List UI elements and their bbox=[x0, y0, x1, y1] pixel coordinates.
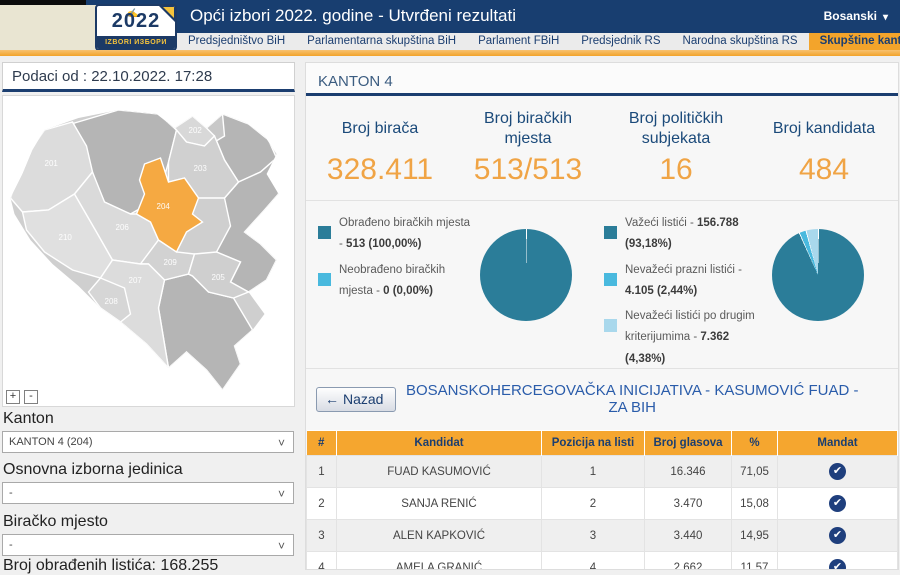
back-button[interactable]: Nazad bbox=[316, 387, 396, 412]
nav-predsjednistvo-bih[interactable]: Predsjedništvo BiH bbox=[177, 33, 296, 50]
legend-item: Nevažeći prazni listići - 4.105 (2,44%) bbox=[604, 260, 764, 303]
col-pozicija[interactable]: Pozicija na listi bbox=[542, 431, 645, 456]
cantons-map: 201 202 203 204 205 206 207 208 209 210 … bbox=[2, 95, 295, 407]
map-label-208: 208 bbox=[105, 297, 119, 306]
data-timestamp: Podaci od : 22.10.2022. 17:28 bbox=[2, 62, 295, 92]
legend-swatch-invalid-other bbox=[604, 319, 617, 332]
region-title: KANTON 4 bbox=[306, 63, 898, 96]
polling-stations-legend: Obrađeno biračkih mjesta - 513 (100,00%)… bbox=[318, 213, 472, 360]
table-row[interactable]: 4 AMELA GRANIĆ 4 2.662 11,57 bbox=[307, 552, 898, 571]
map-label-210: 210 bbox=[59, 233, 73, 242]
accent-strip bbox=[0, 50, 900, 56]
stat-birackih-mjesta: Broj biračkih mjesta 513/513 bbox=[454, 108, 602, 187]
page-title: Opći izbori 2022. godine - Utvrđeni rezu… bbox=[190, 6, 516, 26]
nav-parlamentarna-skupstina-bih[interactable]: Parlamentarna skupština BiH bbox=[296, 33, 467, 50]
ballots-pie-chart bbox=[772, 229, 864, 321]
map-label-201: 201 bbox=[45, 159, 59, 168]
table-header-row: # Kandidat Pozicija na listi Broj glasov… bbox=[307, 431, 898, 456]
stat-broj-biraca: Broj birača 328.411 bbox=[306, 108, 454, 187]
ballots-legend: Važeći listići - 156.788 (93,18%) Nevaže… bbox=[604, 213, 764, 360]
legend-swatch-invalid-blank bbox=[604, 273, 617, 286]
map-label-202: 202 bbox=[189, 126, 203, 135]
processed-ballots-text: Broj obrađenih listića: 168.255 bbox=[3, 557, 218, 575]
legend-item: Nevažeći listići po drugim kriterijumima… bbox=[604, 306, 764, 370]
col-number[interactable]: # bbox=[307, 431, 337, 456]
map-label-207: 207 bbox=[129, 276, 143, 285]
polling-stations-pie-chart bbox=[480, 229, 572, 321]
nav-narodna-skupstina-rs[interactable]: Narodna skupština RS bbox=[672, 33, 809, 50]
elections-2022-logo: ✍ 2022 IZBORI ИЗБОРИ bbox=[95, 4, 177, 51]
legend-swatch-valid bbox=[604, 226, 617, 239]
bih-map-svg[interactable]: 201 202 203 204 205 206 207 208 209 210 bbox=[8, 102, 291, 394]
legend-item: Neobrađeno biračkih mjesta - 0 (0,00%) bbox=[318, 260, 472, 303]
summary-stats: Broj birača 328.411 Broj biračkih mjesta… bbox=[306, 96, 898, 201]
header-left-strip bbox=[0, 0, 86, 5]
map-label-203: 203 bbox=[194, 164, 208, 173]
kanton-filter-label: Kanton bbox=[3, 410, 54, 428]
mandate-check-icon bbox=[829, 559, 846, 570]
party-title: BOSANSKOHERCEGOVAČKA INICIJATIVA - KASUM… bbox=[396, 382, 888, 416]
map-label-209: 209 bbox=[164, 258, 178, 267]
table-row[interactable]: 2 SANJA RENIĆ 2 3.470 15,08 bbox=[307, 488, 898, 520]
mandate-check-icon bbox=[829, 463, 846, 480]
stat-kandidata: Broj kandidata 484 bbox=[750, 108, 898, 187]
col-kandidat[interactable]: Kandidat bbox=[337, 431, 542, 456]
map-label-204: 204 bbox=[157, 202, 171, 211]
results-panel: KANTON 4 Broj birača 328.411 Broj biračk… bbox=[305, 62, 899, 570]
legend-item: Važeći listići - 156.788 (93,18%) bbox=[604, 213, 764, 256]
candidates-table: # Kandidat Pozicija na listi Broj glasov… bbox=[306, 430, 898, 570]
legend-swatch-unprocessed bbox=[318, 273, 331, 286]
party-header-row: Nazad BOSANSKOHERCEGOVAČKA INICIJATIVA -… bbox=[306, 369, 898, 428]
kanton-select[interactable]: KANTON 4 (204) bbox=[2, 431, 294, 453]
mandate-check-icon bbox=[829, 527, 846, 544]
map-label-206: 206 bbox=[116, 223, 130, 232]
izborna-jedinica-filter-label: Osnovna izborna jedinica bbox=[3, 461, 183, 479]
stat-politickih-subjekata: Broj političkih subjekata 16 bbox=[602, 108, 750, 187]
izborna-jedinica-select[interactable]: - bbox=[2, 482, 294, 504]
map-label-205: 205 bbox=[212, 273, 226, 282]
biracko-mjesto-select[interactable]: - bbox=[2, 534, 294, 556]
table-row[interactable]: 3 ALEN KAPKOVIĆ 3 3.440 14,95 bbox=[307, 520, 898, 552]
nav-predsjednik-rs[interactable]: Predsjednik RS bbox=[570, 33, 671, 50]
legend-swatch-processed bbox=[318, 226, 331, 239]
flag-triangle-inner-icon bbox=[163, 7, 174, 18]
header: Opći izbori 2022. godine - Utvrđeni rezu… bbox=[0, 0, 900, 56]
charts-section: Obrađeno biračkih mjesta - 513 (100,00%)… bbox=[306, 201, 898, 369]
col-glasova[interactable]: Broj glasova bbox=[645, 431, 732, 456]
map-zoom-out-button[interactable]: - bbox=[24, 390, 38, 404]
table-row[interactable]: 1 FUAD KASUMOVIĆ 1 16.346 71,05 bbox=[307, 456, 898, 488]
col-mandat[interactable]: Mandat bbox=[778, 431, 898, 456]
legend-item: Obrađeno biračkih mjesta - 513 (100,00%) bbox=[318, 213, 472, 256]
biracko-mjesto-filter-label: Biračko mjesto bbox=[3, 513, 108, 531]
main-navigation: Predsjedništvo BiH Parlamentarna skupšti… bbox=[177, 33, 900, 50]
col-percent[interactable]: % bbox=[732, 431, 778, 456]
nav-skupstine-kantona-fbih[interactable]: Skupštine kantona u FBiH bbox=[809, 33, 900, 50]
map-zoom-in-button[interactable]: + bbox=[6, 390, 20, 404]
nav-parlament-fbih[interactable]: Parlament FBiH bbox=[467, 33, 570, 50]
logo-subtitle: IZBORI ИЗБОРИ bbox=[97, 36, 175, 49]
header-left-filler bbox=[0, 5, 97, 50]
language-selector[interactable]: Bosanski bbox=[824, 9, 888, 23]
mandate-check-icon bbox=[829, 495, 846, 512]
